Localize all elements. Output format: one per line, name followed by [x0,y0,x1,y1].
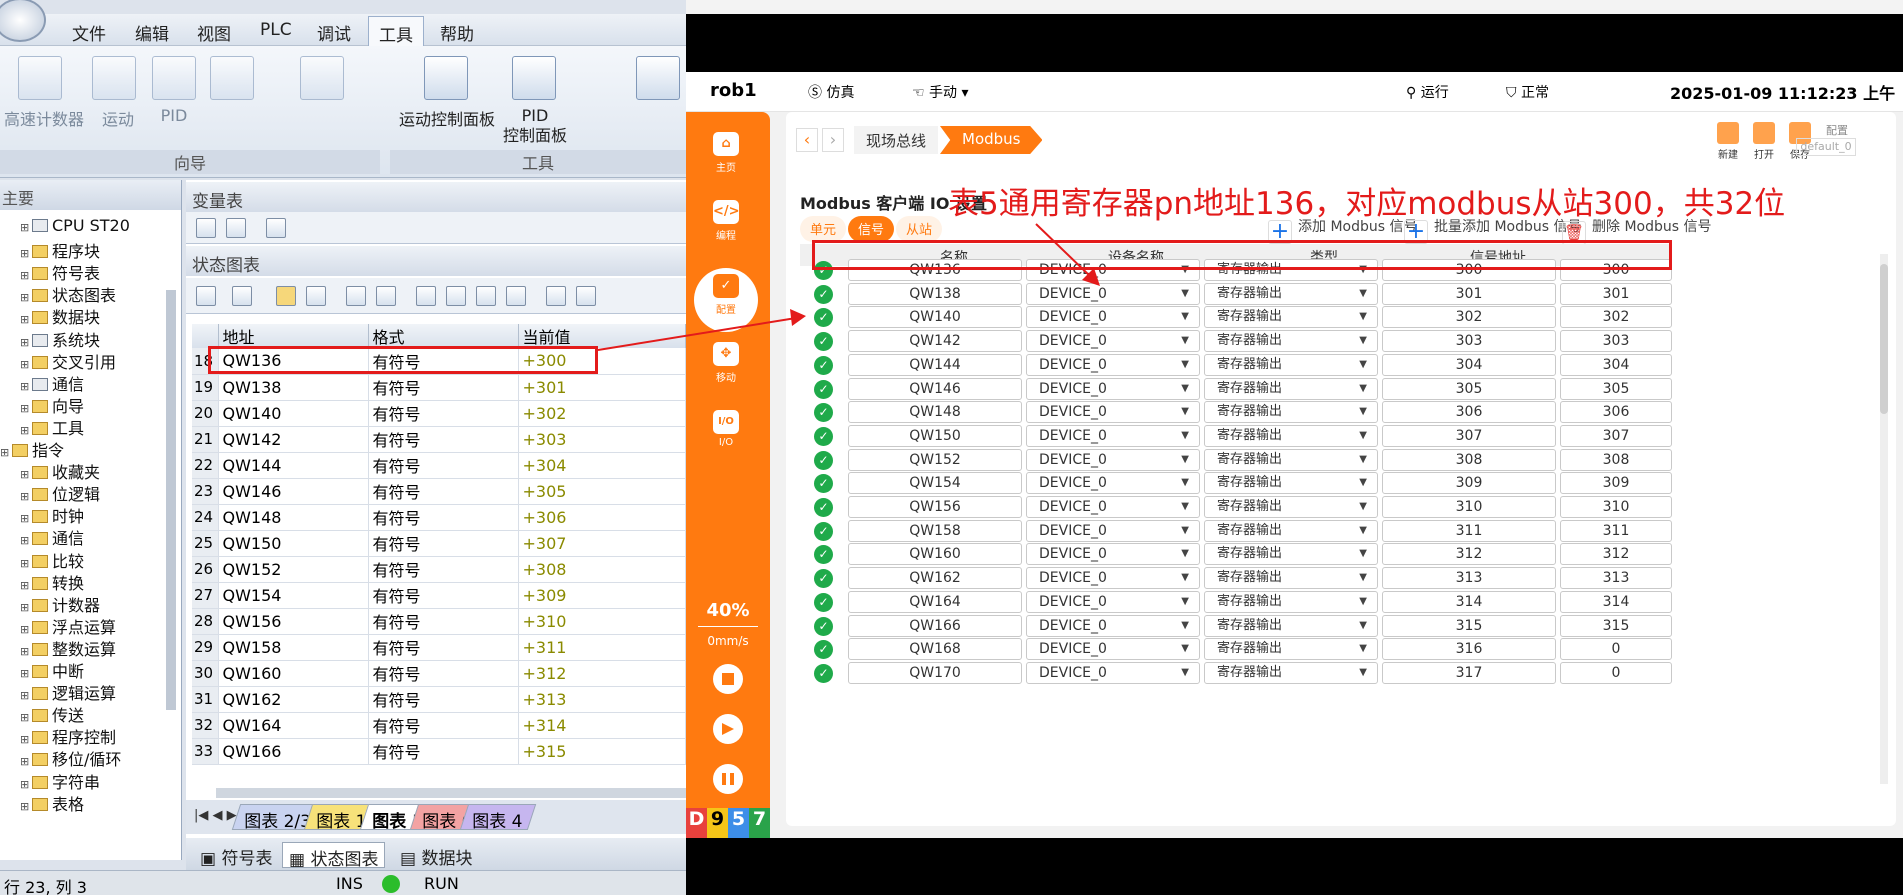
arrow-head-left [790,309,806,326]
arrow-line-left [597,317,797,351]
arrow-line-down [1035,223,1093,279]
annotation-arrows [597,223,1100,351]
